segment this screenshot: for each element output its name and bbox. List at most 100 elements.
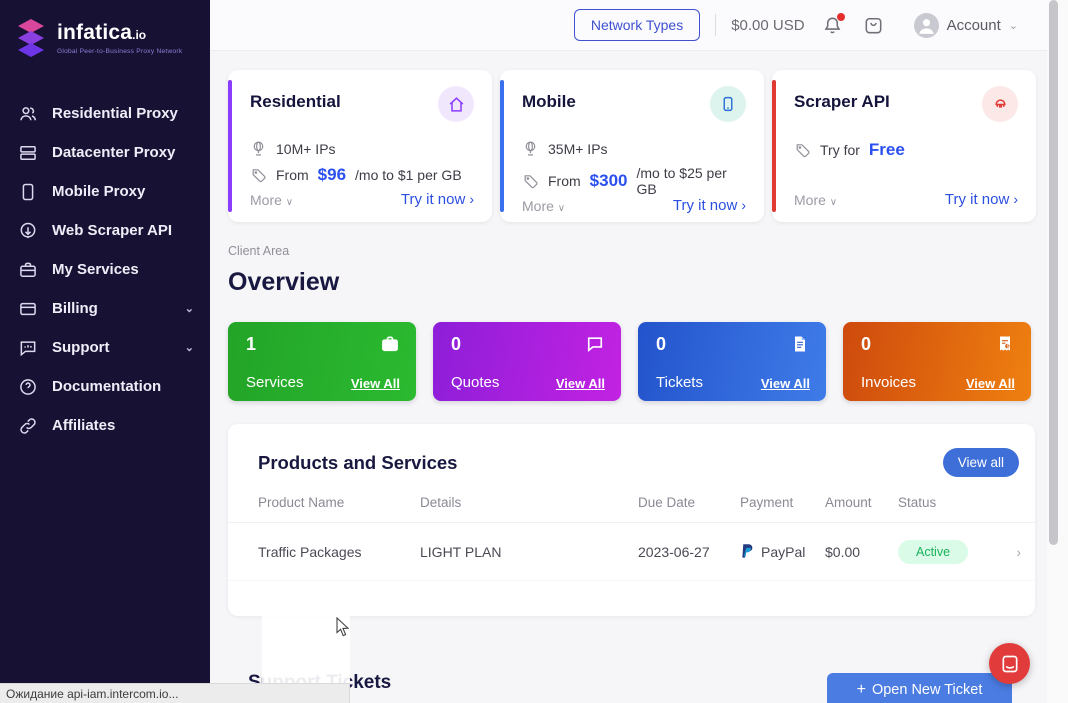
sidebar-item-web-scraper-api[interactable]: Web Scraper API <box>0 211 210 250</box>
col-details: Details <box>420 495 638 510</box>
chevron-down-icon: ∨ <box>558 203 565 214</box>
balance-text: $0.00 USD <box>731 17 804 34</box>
products-services-panel: Products and Services View all Product N… <box>228 424 1035 616</box>
infatica-logo-icon <box>14 18 48 58</box>
price-row: Try for Free <box>794 140 1018 160</box>
tag-icon <box>794 142 811 159</box>
account-label: Account <box>947 17 1001 34</box>
sidebar-item-label: Mobile Proxy <box>52 183 145 200</box>
products-table: Product Name Details Due Date Payment Am… <box>228 495 1035 581</box>
try-it-now-link[interactable]: Try it now› <box>673 197 746 214</box>
stat-label: Tickets <box>656 374 703 391</box>
network-types-button[interactable]: Network Types <box>574 9 700 41</box>
globe-icon <box>522 140 539 157</box>
orders-bag-icon[interactable] <box>861 12 887 38</box>
paypal-icon <box>740 543 755 560</box>
cell-details: LIGHT PLAN <box>420 544 638 560</box>
tag-icon <box>522 173 539 190</box>
table-header-row: Product Name Details Due Date Payment Am… <box>228 495 1035 523</box>
services-stat-card[interactable]: 1 Services View All <box>228 322 416 401</box>
scrollbar-thumb[interactable] <box>1049 0 1058 545</box>
account-menu[interactable]: Account ⌄ <box>914 13 1018 38</box>
col-status: Status <box>898 495 995 510</box>
stat-count: 0 <box>656 334 666 355</box>
more-dropdown[interactable]: More ∨ <box>522 198 565 214</box>
view-all-button[interactable]: View all <box>943 448 1019 477</box>
sidebar-item-label: Billing <box>52 300 98 317</box>
sidebar-item-datacenter-proxy[interactable]: Datacenter Proxy <box>0 133 210 172</box>
sidebar-item-residential-proxy[interactable]: Residential Proxy <box>0 94 210 133</box>
quotes-stat-card[interactable]: 0 Quotes View All <box>433 322 621 401</box>
price-prefix: From <box>548 173 581 189</box>
sidebar-item-affiliates[interactable]: Affiliates <box>0 406 210 445</box>
view-all-link[interactable]: View All <box>966 376 1015 391</box>
table-row[interactable]: Traffic Packages LIGHT PLAN 2023-06-27 P… <box>228 523 1035 581</box>
document-icon <box>790 334 810 359</box>
sidebar-item-documentation[interactable]: Documentation <box>0 367 210 406</box>
sidebar-item-label: Web Scraper API <box>52 222 172 239</box>
sidebar-item-billing[interactable]: Billing ⌄ <box>0 289 210 328</box>
home-icon <box>438 86 474 122</box>
plus-icon: + <box>857 681 866 698</box>
briefcase-icon <box>380 334 400 359</box>
intercom-chat-bubble[interactable] <box>989 643 1030 684</box>
status-badge: Active <box>898 540 968 564</box>
view-all-link[interactable]: View All <box>556 376 605 391</box>
notifications-bell-icon[interactable] <box>820 12 846 38</box>
stat-cards-row: 1 Services View All 0 Quotes View All 0 <box>228 322 1031 401</box>
try-it-now-link[interactable]: Try it now› <box>945 191 1018 208</box>
card-title: Mobile <box>522 92 576 112</box>
col-amount: Amount <box>825 495 898 510</box>
sidebar-item-label: My Services <box>52 261 139 278</box>
price-row: From $300 /mo to $25 per GB <box>522 165 746 197</box>
scrollbar-track[interactable] <box>1047 0 1068 703</box>
question-circle-icon <box>18 377 38 397</box>
price-prefix: Try for <box>820 142 860 158</box>
topbar: Network Types $0.00 USD Account ⌄ <box>210 0 1048 51</box>
cell-due-date: 2023-06-27 <box>638 544 740 560</box>
server-icon <box>18 143 38 163</box>
breadcrumb: Client Area <box>228 244 289 258</box>
price-value: Free <box>869 140 905 160</box>
link-icon <box>18 416 38 436</box>
open-new-ticket-button[interactable]: +Open New Ticket <box>827 673 1012 703</box>
infatica-logo[interactable]: infatica.io Global Peer-to-Business Prox… <box>0 0 210 58</box>
download-circle-icon <box>18 221 38 241</box>
sidebar-item-label: Residential Proxy <box>52 105 178 122</box>
card-accent-bar <box>228 80 232 212</box>
panel-title: Products and Services <box>258 452 457 474</box>
view-all-link[interactable]: View All <box>761 376 810 391</box>
more-dropdown[interactable]: More ∨ <box>250 192 293 208</box>
sidebar: infatica.io Global Peer-to-Business Prox… <box>0 0 210 703</box>
tickets-stat-card[interactable]: 0 Tickets View All <box>638 322 826 401</box>
avatar <box>914 13 939 38</box>
browser-status-bar: Ожидание api-iam.intercom.io... <box>0 683 350 703</box>
sidebar-item-my-services[interactable]: My Services <box>0 250 210 289</box>
crawler-icon <box>982 86 1018 122</box>
chevron-down-icon: ⌄ <box>1009 19 1018 32</box>
sidebar-item-mobile-proxy[interactable]: Mobile Proxy <box>0 172 210 211</box>
chevron-right-icon: › <box>469 191 474 207</box>
ips-row: 35M+ IPs <box>522 140 746 157</box>
svg-text:$: $ <box>1007 344 1010 349</box>
tag-icon <box>250 167 267 184</box>
logo-tagline: Global Peer-to-Business Proxy Network <box>57 48 182 55</box>
chat-bubble-icon <box>1000 654 1020 674</box>
try-it-now-link[interactable]: Try it now› <box>401 191 474 208</box>
sidebar-item-support[interactable]: Support ⌄ <box>0 328 210 367</box>
chevron-right-icon[interactable]: › <box>995 544 1021 560</box>
chevron-down-icon: ∨ <box>286 197 293 208</box>
more-dropdown[interactable]: More ∨ <box>794 192 837 208</box>
phone-icon <box>18 182 38 202</box>
ips-text: 35M+ IPs <box>548 141 608 157</box>
ips-row: 10M+ IPs <box>250 140 474 157</box>
product-cards-row: Residential 10M+ IPs From $96 /mo to $1 … <box>228 70 1036 222</box>
chevron-right-icon: › <box>1013 191 1018 207</box>
sidebar-nav: Residential Proxy Datacenter Proxy Mobil… <box>0 94 210 445</box>
card-accent-bar <box>772 80 776 212</box>
stat-label: Invoices <box>861 374 916 391</box>
price-prefix: From <box>276 167 309 183</box>
view-all-link[interactable]: View All <box>351 376 400 391</box>
chat-icon <box>18 338 38 358</box>
invoices-stat-card[interactable]: 0 $ Invoices View All <box>843 322 1031 401</box>
